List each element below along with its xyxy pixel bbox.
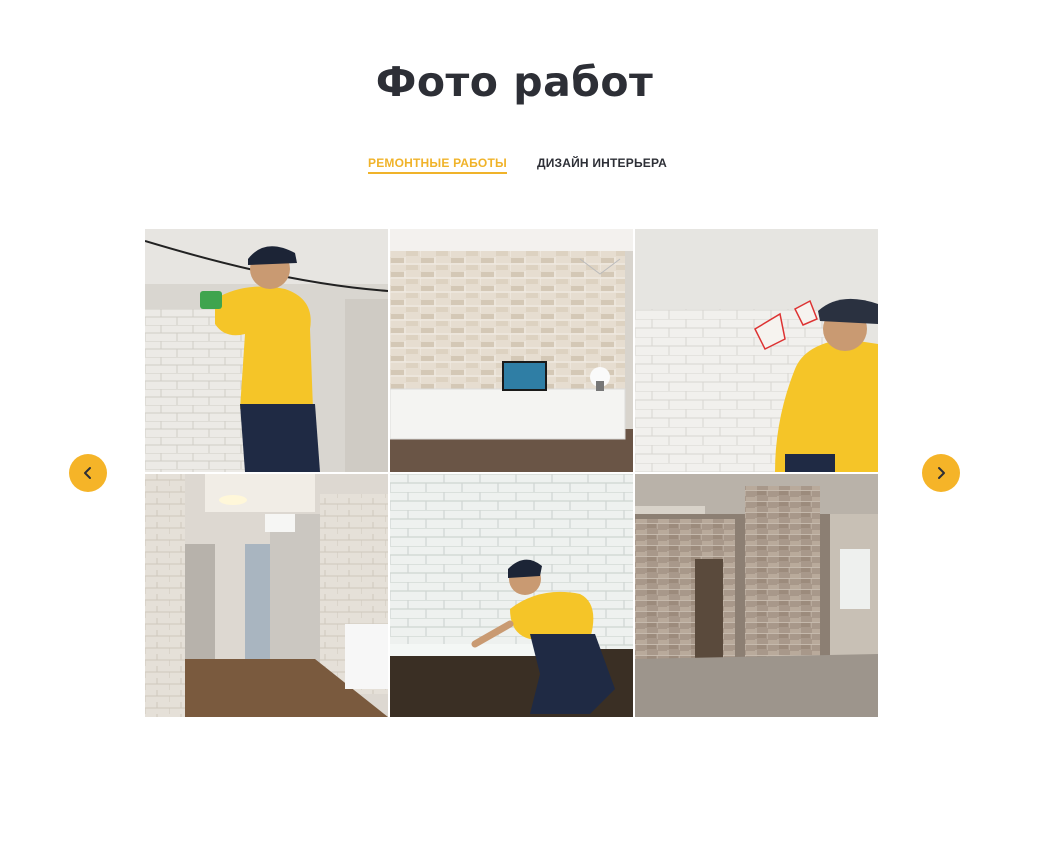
- chevron-left-icon: [84, 467, 91, 479]
- tab-interior-design[interactable]: ДИЗАЙН ИНТЕРЬЕРА: [537, 156, 667, 174]
- photo-worker-gloves: [635, 229, 878, 472]
- photo-hallway: [145, 474, 388, 717]
- gallery-next-button[interactable]: [922, 454, 960, 492]
- gallery-photo[interactable]: [635, 474, 878, 717]
- gallery-photo[interactable]: [390, 229, 633, 472]
- photo-living-room-tv: [390, 229, 633, 472]
- chevron-right-icon: [938, 467, 945, 479]
- photo-unfinished-room: [635, 474, 878, 717]
- gallery-prev-button[interactable]: [69, 454, 107, 492]
- gallery-photo[interactable]: [145, 229, 388, 472]
- gallery-photo[interactable]: [390, 474, 633, 717]
- gallery-photo[interactable]: [145, 474, 388, 717]
- page-title: Фото работ: [375, 58, 654, 106]
- photo-gallery: [145, 229, 878, 717]
- tab-repair-works[interactable]: РЕМОНТНЫЕ РАБОТЫ: [368, 156, 507, 174]
- gallery-tabs: РЕМОНТНЫЕ РАБОТЫ ДИЗАЙН ИНТЕРЬЕРА: [368, 156, 667, 174]
- photo-worker-kneeling: [390, 474, 633, 717]
- photo-worker-brick-wall: [145, 229, 388, 472]
- gallery-photo[interactable]: [635, 229, 878, 472]
